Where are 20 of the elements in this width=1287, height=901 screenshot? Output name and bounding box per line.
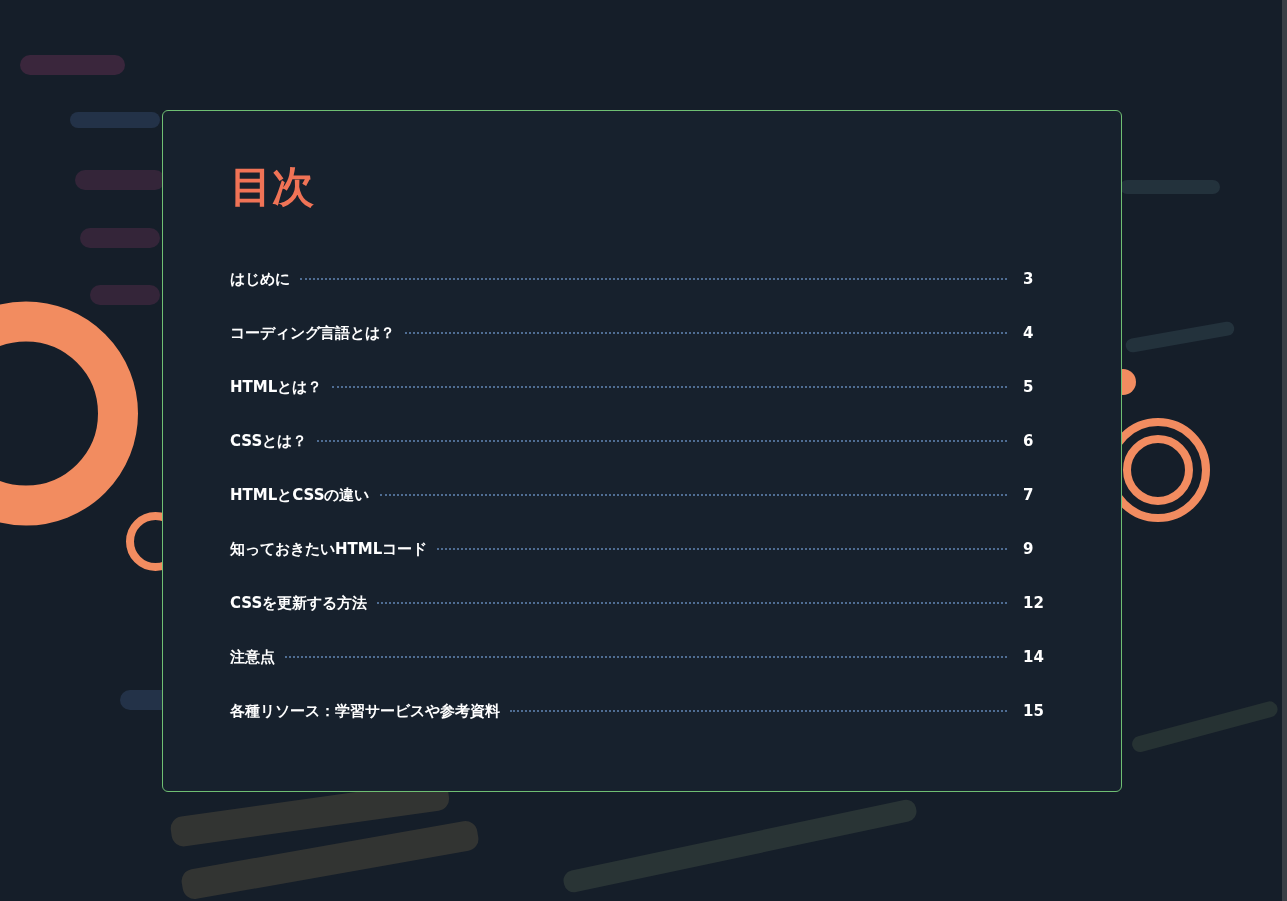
toc-entry-link[interactable]: HTMLとは？ bbox=[230, 375, 323, 399]
page-number: 4 bbox=[1023, 322, 1035, 344]
scrollbar[interactable] bbox=[1282, 0, 1287, 901]
page-number: 15 bbox=[1023, 700, 1043, 722]
page-number: 7 bbox=[1023, 484, 1035, 506]
page-number: 9 bbox=[1023, 538, 1035, 560]
toc-entry-link[interactable]: HTMLとCSSの違い bbox=[230, 483, 370, 507]
toc-entry-link[interactable]: 各種リソース：学習サービスや参考資料 bbox=[230, 699, 500, 723]
page-number: 3 bbox=[1023, 268, 1035, 290]
toc-title: 目次 bbox=[230, 161, 314, 213]
toc-entry-link[interactable]: 注意点 bbox=[230, 645, 275, 669]
toc-entry-link[interactable]: CSSとは？ bbox=[230, 429, 308, 453]
page-number: 5 bbox=[1023, 376, 1035, 398]
toc-entry-link[interactable]: はじめに bbox=[230, 267, 290, 291]
toc-entry-link[interactable]: コーディング言語とは？ bbox=[230, 321, 395, 345]
toc-entry-link[interactable]: 知っておきたいHTMLコード bbox=[230, 537, 428, 561]
page-number: 6 bbox=[1023, 430, 1035, 452]
page-number: 12 bbox=[1023, 592, 1043, 614]
toc-entry-link[interactable]: CSSを更新する方法 bbox=[230, 591, 368, 615]
page-number: 14 bbox=[1023, 646, 1043, 668]
